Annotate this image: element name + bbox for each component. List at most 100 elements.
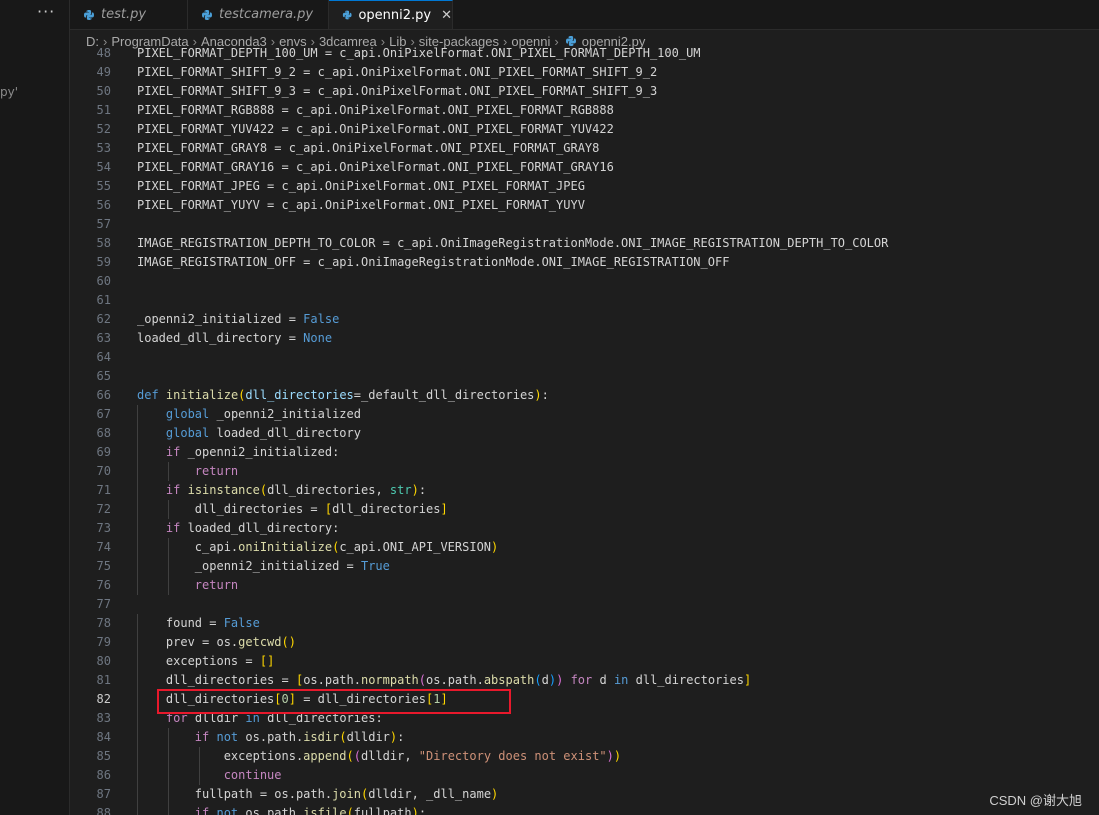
line-number: 79 [96,634,111,649]
code-line[interactable]: 59 IMAGE_REGISTRATION_OFF = c_api.OniImag… [70,253,1099,272]
highlight-box [157,689,511,714]
code-text: _openni2_initialized = False [137,311,340,326]
line-number: 62 [96,311,111,326]
code-line[interactable]: 69 if _openni2_initialized: [70,442,1099,462]
line-number: 54 [96,159,111,174]
code-line[interactable]: 67 global _openni2_initialized [70,404,1099,424]
code-text: PIXEL_FORMAT_RGB888 = c_api.OniPixelForm… [137,102,614,117]
line-number: 52 [96,121,111,136]
code-line[interactable]: 65 [70,367,1099,386]
more-actions-icon[interactable]: ··· [37,2,55,21]
tab-label: openni2.py [358,7,432,23]
line-number: 57 [96,216,111,231]
code-text: if loaded_dll_directory: [165,520,340,535]
code-line[interactable]: 52 PIXEL_FORMAT_YUV422 = c_api.OniPixelFo… [70,120,1099,139]
code-line[interactable]: 73 if loaded_dll_directory: [70,518,1099,538]
code-line[interactable]: 81 dll_directories = [os.path.normpath(o… [70,670,1099,690]
tab-label: test.py [101,7,147,22]
code-line[interactable]: 63 loaded_dll_directory = None [70,329,1099,348]
code-line[interactable]: 66 def initialize(dll_directories=_defaul… [70,386,1099,405]
code-line[interactable]: 85 exceptions.append((dlldir, "Directory… [70,746,1099,766]
code-line[interactable]: 79 prev = os.getcwd() [70,632,1099,652]
code-text: PIXEL_FORMAT_YUYV = c_api.OniPixelFormat… [137,197,585,212]
code-line[interactable]: 56 PIXEL_FORMAT_YUYV = c_api.OniPixelForm… [70,196,1099,215]
code-text: exceptions = [] [137,653,275,668]
line-number: 78 [96,615,111,630]
code-line[interactable]: 75 _openni2_initialized = True [70,556,1099,576]
code-text: PIXEL_FORMAT_SHIFT_9_2 = c_api.OniPixelF… [137,64,658,79]
code-line[interactable]: 88 if not os.path.isfile(fullpath): [70,803,1099,815]
code-line[interactable]: 54 PIXEL_FORMAT_GRAY16 = c_api.OniPixelFo… [70,158,1099,177]
code-text: continue [223,767,282,782]
code-line[interactable]: 84 if not os.path.isdir(dlldir): [70,727,1099,747]
code-text: loaded_dll_directory = None [137,330,333,345]
code-line[interactable]: 87 fullpath = os.path.join(dlldir, _dll_… [70,784,1099,804]
line-number: 75 [96,558,111,573]
line-number: 70 [96,463,111,478]
line-number: 82 [96,691,111,706]
code-text: global _openni2_initialized [165,406,361,421]
code-text: return [194,463,239,478]
line-number: 67 [96,406,111,421]
line-number: 60 [96,273,111,288]
code-line[interactable]: 64 [70,348,1099,367]
line-number: 58 [96,235,111,250]
watermark: CSDN @谢大旭 [989,793,1082,808]
code-text: IMAGE_REGISTRATION_DEPTH_TO_COLOR = c_ap… [137,235,889,250]
line-number: 85 [96,748,111,763]
line-number: 53 [96,140,111,155]
line-number: 48 [96,45,111,60]
line-number: 88 [96,805,111,815]
code-text: c_api.oniInitialize(c_api.ONI_API_VERSIO… [137,539,499,554]
code-line[interactable]: 48 PIXEL_FORMAT_DEPTH_100_UM = c_api.OniP… [70,44,1099,63]
code-line[interactable]: 74 c_api.oniInitialize(c_api.ONI_API_VER… [70,537,1099,557]
tab-bar: test.py testcamera.py openni2.py ✕ [70,0,1099,30]
code-line[interactable]: 68 global loaded_dll_directory [70,423,1099,443]
code-line[interactable]: 61 [70,291,1099,310]
code-text: exceptions.append((dlldir, "Directory do… [137,748,622,763]
code-line[interactable]: 70 return [70,461,1099,481]
line-number: 55 [96,178,111,193]
code-line[interactable]: 58 IMAGE_REGISTRATION_DEPTH_TO_COLOR = c_… [70,234,1099,253]
sidebar-partial-text: py' [0,85,19,99]
tab-test-py[interactable]: test.py [70,0,188,29]
close-icon[interactable]: ✕ [441,8,452,23]
line-number: 76 [96,577,111,592]
line-number: 65 [96,368,111,383]
line-number: 77 [96,596,111,611]
code-line[interactable]: 49 PIXEL_FORMAT_SHIFT_9_2 = c_api.OniPixe… [70,63,1099,82]
code-line[interactable]: 51 PIXEL_FORMAT_RGB888 = c_api.OniPixelFo… [70,101,1099,120]
code-line[interactable]: 72 dll_directories = [dll_directories] [70,499,1099,519]
tab-testcamera-py[interactable]: testcamera.py [188,0,329,29]
code-text: PIXEL_FORMAT_DEPTH_100_UM = c_api.OniPix… [137,45,701,60]
line-number: 56 [96,197,111,212]
code-text: if not os.path.isfile(fullpath): [194,805,427,815]
tab-openni2-py[interactable]: openni2.py ✕ [329,0,453,29]
code-line[interactable]: 71 if isinstance(dll_directories, str): [70,480,1099,500]
code-text: if isinstance(dll_directories, str): [165,482,427,497]
code-line[interactable]: 86 continue [70,765,1099,785]
line-number: 74 [96,539,111,554]
code-line[interactable]: 78 found = False [70,613,1099,633]
code-text: if not os.path.isdir(dlldir): [194,729,405,744]
line-number: 59 [96,254,111,269]
code-line[interactable]: 50 PIXEL_FORMAT_SHIFT_9_3 = c_api.OniPixe… [70,82,1099,101]
code-line[interactable]: 55 PIXEL_FORMAT_JPEG = c_api.OniPixelForm… [70,177,1099,196]
code-text: dll_directories = [os.path.normpath(os.p… [137,672,752,687]
code-line[interactable]: 77 [70,595,1099,614]
code-line[interactable]: 53 PIXEL_FORMAT_GRAY8 = c_api.OniPixelFor… [70,139,1099,158]
code-text: IMAGE_REGISTRATION_OFF = c_api.OniImageR… [137,254,730,269]
code-text: def initialize(dll_directories=_default_… [137,387,549,402]
code-line[interactable]: 57 [70,215,1099,234]
tab-label: testcamera.py [219,7,314,22]
line-number: 50 [96,83,111,98]
line-number: 68 [96,425,111,440]
code-line[interactable]: 76 return [70,575,1099,595]
python-file-icon [342,10,352,20]
code-line[interactable]: 80 exceptions = [] [70,651,1099,671]
code-line[interactable]: 60 [70,272,1099,291]
code-text: if _openni2_initialized: [165,444,340,459]
code-text: PIXEL_FORMAT_GRAY8 = c_api.OniPixelForma… [137,140,600,155]
line-number: 84 [96,729,111,744]
code-line[interactable]: 62 _openni2_initialized = False [70,310,1099,329]
